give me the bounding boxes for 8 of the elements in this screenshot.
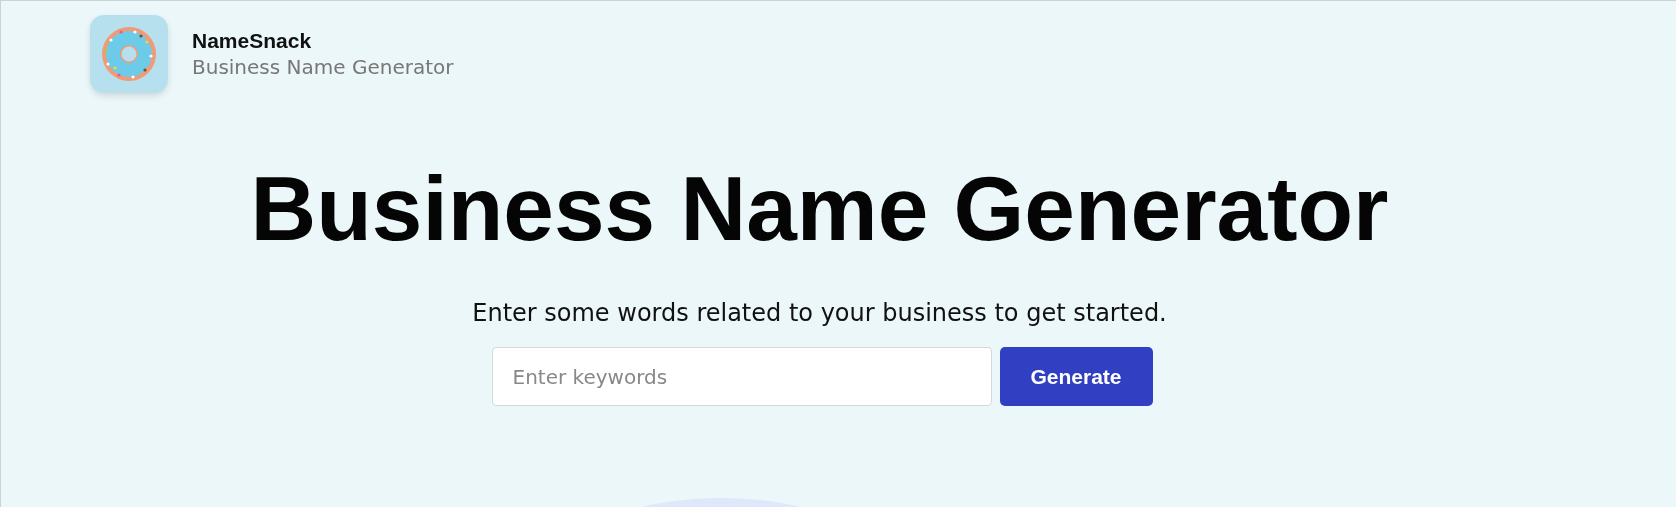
app-logo[interactable] bbox=[90, 15, 168, 93]
donut-icon bbox=[101, 26, 157, 82]
generate-button[interactable]: Generate bbox=[999, 347, 1153, 407]
page-subtitle: Enter some words related to your business to get started. bbox=[471, 298, 1168, 330]
page-heading: Business Name Generator bbox=[249, 159, 1390, 260]
brand-tagline: Business Name Generator bbox=[192, 53, 454, 80]
brand-name: NameSnack bbox=[192, 28, 313, 54]
keywords-input[interactable]: Enter keywords bbox=[491, 347, 992, 407]
